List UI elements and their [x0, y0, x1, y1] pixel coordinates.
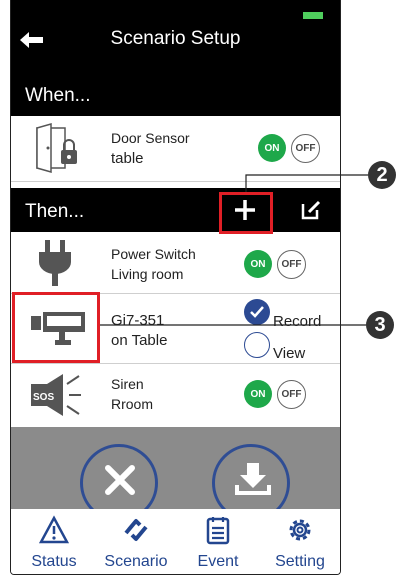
- callout-lines: [100, 174, 368, 326]
- callout-3: 3: [366, 311, 394, 339]
- callout-2: 2: [368, 161, 396, 189]
